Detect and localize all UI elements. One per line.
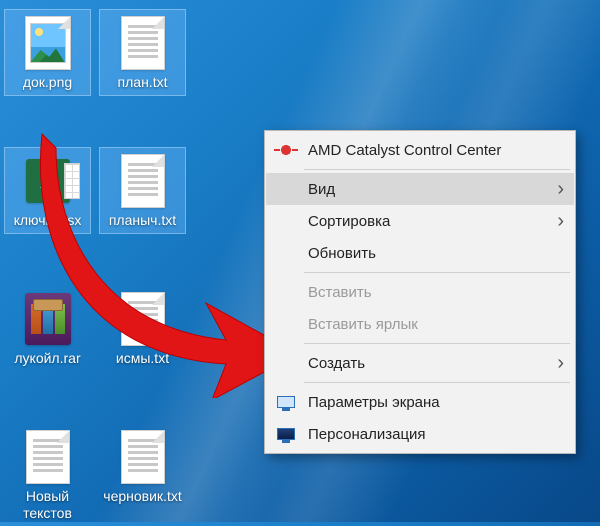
menu-item-label: Обновить — [308, 245, 564, 262]
menu-item-personal[interactable]: Персонализация — [266, 418, 574, 450]
desktop-icon-label: ключи.xlsx — [5, 212, 90, 233]
desktop-icon-lukoil[interactable]: лукойл.rar — [5, 286, 90, 371]
menu-item-pastelnk: Вставить ярлык — [266, 308, 574, 340]
desktop-icon-label: исмы.txt — [100, 350, 185, 371]
desktop-icon-label: план.txt — [100, 74, 185, 95]
menu-item-amd[interactable]: AMD Catalyst Control Center — [266, 134, 574, 166]
desktop-icon-label: лукойл.rar — [5, 350, 90, 371]
menu-icon-empty — [274, 282, 298, 302]
menu-item-display[interactable]: Параметры экрана — [266, 386, 574, 418]
txt-file-icon — [113, 428, 173, 486]
txt-file-icon — [113, 14, 173, 72]
menu-item-refresh[interactable]: Обновить — [266, 237, 574, 269]
menu-separator — [304, 343, 570, 344]
desktop-icon-planych[interactable]: планыч.txt — [100, 148, 185, 233]
rar-file-icon — [18, 290, 78, 348]
menu-icon-empty — [274, 243, 298, 263]
menu-item-create[interactable]: Создать› — [266, 347, 574, 379]
desktop-icon-ismy[interactable]: исмы.txt — [100, 286, 185, 371]
menu-item-label: Вставить ярлык — [308, 316, 564, 333]
desktop-icon-label: док.png — [5, 74, 90, 95]
menu-icon-empty — [274, 211, 298, 231]
submenu-arrow-icon: › — [557, 178, 564, 201]
desktop-icon-label: Новый текстов — [5, 488, 90, 526]
menu-item-label: Вид — [308, 181, 557, 198]
monitor-icon — [274, 392, 298, 412]
menu-icon-empty — [274, 314, 298, 334]
desktop-context-menu: AMD Catalyst Control CenterВид›Сортировк… — [264, 130, 576, 454]
submenu-arrow-icon: › — [557, 210, 564, 233]
txt-file-icon — [18, 428, 78, 486]
desktop-icon-chernovik[interactable]: черновик.txt — [100, 424, 185, 509]
txt-file-icon — [113, 290, 173, 348]
desktop-icon-label: планыч.txt — [100, 212, 185, 233]
menu-separator — [304, 272, 570, 273]
txt-file-icon — [113, 152, 173, 210]
personalization-icon — [274, 424, 298, 444]
menu-item-label: Персонализация — [308, 426, 564, 443]
desktop-icon-klyuchi[interactable]: Xключи.xlsx — [5, 148, 90, 233]
desktop-icon-novy[interactable]: Новый текстов — [5, 424, 90, 526]
xlsx-file-icon: X — [18, 152, 78, 210]
menu-item-label: Вставить — [308, 284, 564, 301]
menu-icon-empty — [274, 179, 298, 199]
amd-icon — [274, 140, 298, 160]
menu-separator — [304, 169, 570, 170]
menu-item-sort[interactable]: Сортировка› — [266, 205, 574, 237]
desktop-icon-label: черновик.txt — [100, 488, 185, 509]
desktop-icon-dokpng[interactable]: док.png — [5, 10, 90, 95]
menu-separator — [304, 382, 570, 383]
image-file-icon — [18, 14, 78, 72]
menu-item-view[interactable]: Вид› — [266, 173, 574, 205]
menu-item-label: Создать — [308, 355, 557, 372]
submenu-arrow-icon: › — [557, 352, 564, 375]
menu-item-paste: Вставить — [266, 276, 574, 308]
menu-item-label: AMD Catalyst Control Center — [308, 142, 564, 159]
menu-item-label: Сортировка — [308, 213, 557, 230]
menu-item-label: Параметры экрана — [308, 394, 564, 411]
menu-icon-empty — [274, 353, 298, 373]
desktop-icon-plan[interactable]: план.txt — [100, 10, 185, 95]
